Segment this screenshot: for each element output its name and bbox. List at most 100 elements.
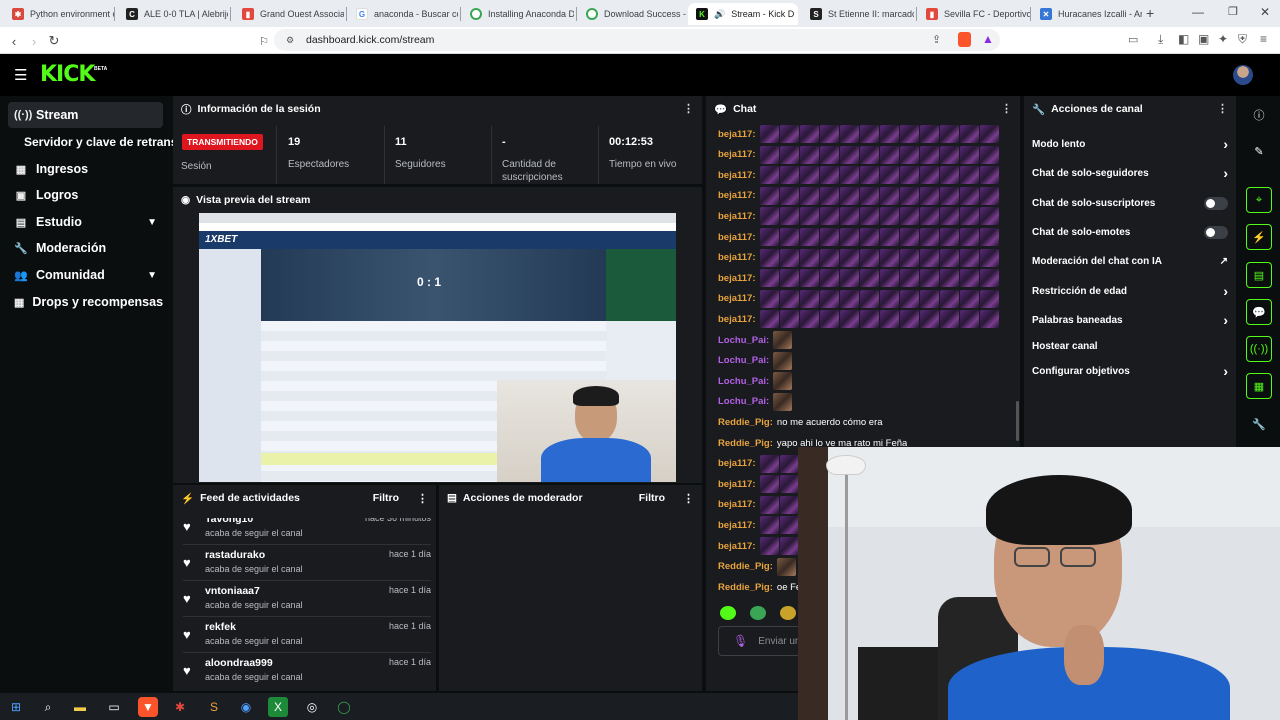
- browser-tab[interactable]: ▮ Grand Ouest Associati: [234, 3, 344, 25]
- more-options-icon[interactable]: ⋮: [683, 492, 694, 505]
- forward-icon[interactable]: ›: [24, 31, 44, 51]
- chat-username[interactable]: beja117:: [718, 541, 756, 552]
- chat-username[interactable]: Reddie_Pig:: [718, 438, 773, 449]
- back-icon[interactable]: ‹: [4, 31, 24, 51]
- browser-tab[interactable]: ✱ Python environment c: [4, 3, 114, 25]
- chat-scrollbar[interactable]: [1016, 401, 1019, 441]
- close-window-icon[interactable]: ✕: [1260, 5, 1270, 19]
- stream-preview-video[interactable]: 1XBET 0 : 1: [199, 213, 676, 482]
- chat-username[interactable]: beja117:: [718, 479, 756, 490]
- chat-username[interactable]: beja117:: [718, 293, 756, 304]
- follower-name[interactable]: rastadurako: [205, 549, 265, 561]
- wrench-icon[interactable]: 🔧: [1246, 411, 1272, 437]
- chat-username[interactable]: beja117:: [718, 149, 756, 160]
- browser-tab[interactable]: Installing Anaconda Di: [462, 3, 574, 25]
- brave-rewards-icon[interactable]: ▲: [982, 32, 994, 46]
- browser-tab[interactable]: ▮ Sevilla FC - Deportivo: [918, 3, 1030, 25]
- action-followers-only[interactable]: Chat de solo-seguidores ›: [1032, 160, 1228, 186]
- chat-username[interactable]: beja117:: [718, 314, 756, 325]
- chat-username[interactable]: Lochu_Pai:: [718, 335, 769, 346]
- file-explorer-icon[interactable]: ▬: [70, 697, 90, 717]
- edit-icon[interactable]: ✎: [1246, 138, 1272, 164]
- more-options-icon[interactable]: ⋮: [1217, 103, 1228, 115]
- brave-shield-icon[interactable]: [958, 32, 971, 47]
- menu-icon[interactable]: ≡: [1260, 32, 1267, 46]
- sidebar-item-drops[interactable]: ▦ Drops y recompensas: [8, 289, 163, 315]
- emote-icon[interactable]: [750, 606, 766, 620]
- broadcast-icon[interactable]: ((·)): [1246, 336, 1272, 362]
- more-options-icon[interactable]: ⋮: [417, 492, 428, 505]
- list-item[interactable]: ♥ aloondraa999 acaba de seguir el canal hac…: [183, 657, 431, 691]
- sidebar-toggle-icon[interactable]: ◧: [1178, 32, 1189, 46]
- edge-icon[interactable]: ◉: [236, 697, 256, 717]
- anaconda-taskbar-icon[interactable]: ◯: [334, 697, 354, 717]
- sidebar-item-stream[interactable]: ((·)) Stream: [8, 102, 163, 128]
- browser-tab[interactable]: S St Etienne II: marcador: [802, 3, 914, 25]
- clip-icon[interactable]: ⌖: [1246, 187, 1272, 213]
- obs-icon[interactable]: ◎: [302, 697, 322, 717]
- chat-username[interactable]: Lochu_Pai:: [718, 355, 769, 366]
- bookmark-icon[interactable]: ⚐: [254, 31, 274, 51]
- chat-username[interactable]: Reddie_Pig:: [718, 582, 773, 593]
- action-configure-goals[interactable]: Configurar objetivos ›: [1032, 358, 1228, 384]
- browser-tab[interactable]: C ALE 0-0 TLA | Alebrije: [118, 3, 228, 25]
- follower-name[interactable]: rekfek: [205, 621, 236, 633]
- sidebar-item-server-key[interactable]: Servidor y clave de retransmisión: [18, 129, 173, 155]
- download-icon[interactable]: ⤓: [1158, 32, 1163, 47]
- chat-username[interactable]: beja117:: [718, 129, 756, 140]
- sidebar-item-moderacion[interactable]: 🔧 Moderación: [8, 235, 163, 261]
- avatar[interactable]: [1233, 65, 1253, 85]
- hamburger-icon[interactable]: ☰: [14, 68, 27, 83]
- excel-icon[interactable]: X: [268, 697, 288, 717]
- filter-button[interactable]: Filtro: [639, 492, 665, 504]
- chat-username[interactable]: Lochu_Pai:: [718, 396, 769, 407]
- action-banned-words[interactable]: Palabras baneadas ›: [1032, 307, 1228, 333]
- emotes-only-toggle[interactable]: [1204, 225, 1228, 239]
- minimize-icon[interactable]: —: [1192, 5, 1204, 19]
- sidebar-item-comunidad[interactable]: 👥 Comunidad ▼: [8, 262, 163, 288]
- maximize-icon[interactable]: ❐: [1228, 5, 1238, 18]
- sidebar-item-estudio[interactable]: ▤ Estudio ▼: [8, 209, 163, 235]
- action-slow-mode[interactable]: Modo lento ›: [1032, 131, 1228, 157]
- list-item[interactable]: ♥ rastadurako acaba de seguir el canal hace…: [183, 549, 431, 583]
- chat-username[interactable]: Reddie_Pig:: [718, 417, 773, 428]
- browser-tab[interactable]: Download Success - pr: [578, 3, 686, 25]
- vpn-icon[interactable]: ⛨: [1238, 32, 1247, 47]
- flash-icon[interactable]: ⚡: [1246, 224, 1272, 250]
- chat-username[interactable]: beja117:: [718, 499, 756, 510]
- chat-bubble-icon[interactable]: 💬: [1246, 299, 1272, 325]
- share-icon[interactable]: ⇪: [932, 33, 941, 46]
- filter-button[interactable]: Filtro: [373, 492, 399, 504]
- sidebar-item-ingresos[interactable]: ▦ Ingresos: [8, 156, 163, 182]
- tab-search-icon[interactable]: ▭: [1128, 33, 1138, 46]
- leo-ai-icon[interactable]: ✦: [1218, 32, 1228, 46]
- more-options-icon[interactable]: ⋮: [1001, 103, 1012, 115]
- sublime-icon[interactable]: S: [204, 697, 224, 717]
- chat-username[interactable]: beja117:: [718, 520, 756, 531]
- chat-username[interactable]: Reddie_Pig:: [718, 561, 773, 572]
- more-options-icon[interactable]: ⋮: [683, 103, 694, 115]
- follower-name[interactable]: vntoniaaa7: [205, 585, 260, 597]
- list-item[interactable]: ♥ vntoniaaa7 acaba de seguir el canal hace …: [183, 585, 431, 619]
- notes-icon[interactable]: ▤: [1246, 262, 1272, 288]
- sidebar-item-logros[interactable]: ▣ Logros: [8, 182, 163, 208]
- app-icon[interactable]: ✱: [170, 697, 190, 717]
- emote-icon[interactable]: [720, 606, 736, 620]
- chat-username[interactable]: beja117:: [718, 211, 756, 222]
- new-tab-icon[interactable]: +: [1146, 5, 1154, 21]
- chat-username[interactable]: beja117:: [718, 232, 756, 243]
- chat-username[interactable]: beja117:: [718, 190, 756, 201]
- list-item[interactable]: ♥ rekfek acaba de seguir el canal hace 1 dí…: [183, 621, 431, 655]
- chat-username[interactable]: beja117:: [718, 252, 756, 263]
- kick-logo[interactable]: KICK: [40, 64, 95, 86]
- search-icon[interactable]: ⌕: [38, 697, 58, 717]
- follower-name[interactable]: Tavong10: [205, 518, 253, 525]
- browser-tab[interactable]: ✕ Huracanes Izcalli - Artí: [1032, 3, 1142, 25]
- raid-icon[interactable]: ▦: [1246, 373, 1272, 399]
- chat-username[interactable]: beja117:: [718, 170, 756, 181]
- action-age-restriction[interactable]: Restricción de edad ›: [1032, 278, 1228, 304]
- url-field[interactable]: dashboard.kick.com/stream: [274, 29, 1000, 51]
- list-item[interactable]: ♥ Tavong10 acaba de seguir el canal hace 36…: [183, 518, 431, 547]
- follower-name[interactable]: aloondraa999: [205, 657, 273, 669]
- browser-tab-active[interactable]: K🔊Stream - Kick D✕: [688, 3, 798, 25]
